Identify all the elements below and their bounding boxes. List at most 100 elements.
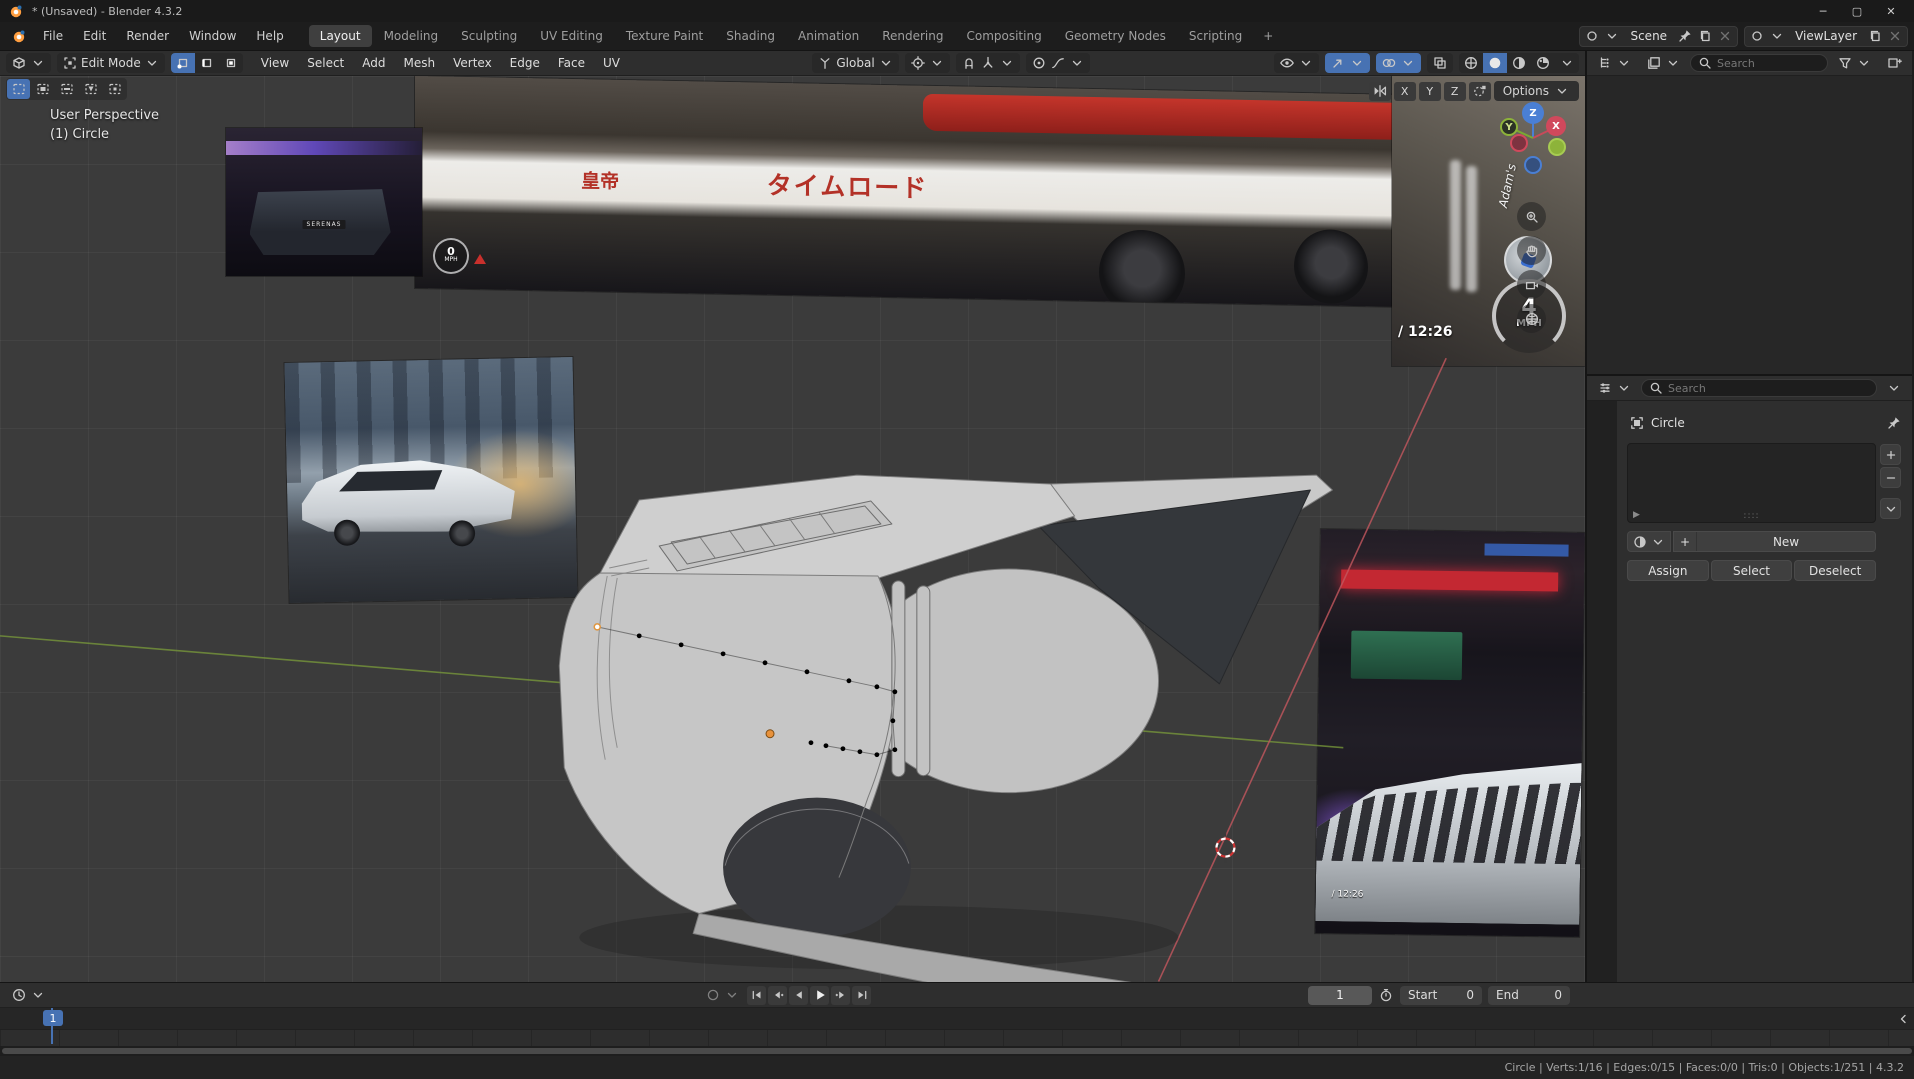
add-workspace-button[interactable]: +: [1255, 27, 1281, 45]
viewport-menu-vertex[interactable]: Vertex: [445, 53, 500, 73]
properties-editor-type-button[interactable]: [1592, 378, 1637, 398]
workspace-tab-animation[interactable]: Animation: [787, 25, 870, 47]
remove-icon[interactable]: [1887, 28, 1903, 44]
mirror-y-button[interactable]: Y: [1419, 82, 1441, 101]
shading-dropdown[interactable]: [1555, 53, 1579, 73]
resize-grip[interactable]: ::::: [1743, 511, 1759, 521]
properties-search[interactable]: [1641, 379, 1877, 397]
mode-dropdown[interactable]: Edit Mode: [57, 53, 165, 73]
jump-to-start-button[interactable]: [747, 986, 766, 1005]
timeline-scrollbar[interactable]: [0, 1046, 1914, 1056]
select-intersect-button[interactable]: [103, 79, 126, 99]
slot-specials-button[interactable]: [1880, 498, 1901, 519]
editor-type-button[interactable]: [6, 53, 51, 73]
viewport-menu-uv[interactable]: UV: [595, 53, 628, 73]
mirror-x-button[interactable]: X: [1394, 82, 1416, 101]
rendered-shading-button[interactable]: [1531, 53, 1555, 73]
edge-select-button[interactable]: [195, 53, 219, 73]
properties-options-button[interactable]: [1881, 378, 1907, 398]
viewport-menu-face[interactable]: Face: [550, 53, 593, 73]
visibility-dropdown[interactable]: [1274, 53, 1319, 73]
snap-dashed-icon[interactable]: [1469, 82, 1491, 101]
menu-window[interactable]: Window: [180, 26, 245, 46]
end-frame-field[interactable]: End0: [1488, 986, 1570, 1005]
options-dropdown[interactable]: Options: [1494, 81, 1579, 101]
menu-edit[interactable]: Edit: [74, 26, 115, 46]
gizmo-y-axis[interactable]: Y: [1500, 118, 1518, 136]
workspace-tab-sculpting[interactable]: Sculpting: [450, 25, 528, 47]
workspace-tab-layout[interactable]: Layout: [309, 25, 372, 47]
outliner-search-input[interactable]: [1717, 57, 1821, 70]
zoom-button[interactable]: [1517, 202, 1546, 231]
app-menu-icon[interactable]: [6, 26, 32, 46]
workspace-tab-modeling[interactable]: Modeling: [373, 25, 450, 47]
outliner-options-button[interactable]: [1881, 53, 1907, 73]
gizmo-neg-z-axis[interactable]: [1524, 156, 1542, 174]
gizmos-toggle[interactable]: [1325, 53, 1370, 73]
select-invert-button[interactable]: [79, 79, 102, 99]
properties-search-input[interactable]: [1668, 382, 1870, 395]
next-keyframe-button[interactable]: [831, 986, 850, 1005]
snap-toggle[interactable]: [956, 53, 1020, 73]
prev-frame-button[interactable]: [789, 986, 808, 1005]
mirror-z-button[interactable]: Z: [1444, 82, 1466, 101]
minimize-button[interactable]: ─: [1808, 2, 1838, 20]
viewport-menu-view[interactable]: View: [253, 53, 297, 73]
deselect-button[interactable]: Deselect: [1794, 560, 1876, 581]
collapse-chevron-icon[interactable]: [1895, 1011, 1911, 1027]
mirror-icon[interactable]: [1369, 82, 1391, 101]
viewport-menu-edge[interactable]: Edge: [502, 53, 548, 73]
navigation-gizmo[interactable]: Z X Y: [1496, 100, 1570, 178]
pin-icon[interactable]: [1886, 415, 1902, 431]
scene-selector[interactable]: Scene: [1579, 26, 1738, 47]
workspace-tab-uv-editing[interactable]: UV Editing: [529, 25, 614, 47]
proportional-edit-toggle[interactable]: [1026, 53, 1090, 73]
timeline-ruler[interactable]: [0, 1008, 1914, 1030]
workspace-tab-rendering[interactable]: Rendering: [871, 25, 954, 47]
browse-material-button[interactable]: [1627, 531, 1671, 552]
timeline-track[interactable]: [0, 1030, 1914, 1046]
pivot-dropdown[interactable]: [905, 53, 950, 73]
maximize-button[interactable]: ▢: [1842, 2, 1872, 20]
jump-to-end-button[interactable]: [852, 986, 871, 1005]
viewlayer-selector[interactable]: ViewLayer: [1744, 26, 1908, 47]
assign-button[interactable]: Assign: [1627, 560, 1709, 581]
menu-render[interactable]: Render: [117, 26, 178, 46]
gizmo-neg-y-axis[interactable]: [1548, 138, 1566, 156]
add-slot-button[interactable]: [1880, 444, 1901, 465]
wireframe-shading-button[interactable]: [1459, 53, 1483, 73]
camera-view-button[interactable]: [1517, 270, 1546, 299]
menu-help[interactable]: Help: [247, 26, 292, 46]
start-frame-field[interactable]: Start0: [1400, 986, 1482, 1005]
pin-icon[interactable]: [1677, 28, 1693, 44]
orientation-dropdown[interactable]: Global: [812, 53, 898, 73]
perspective-toggle-button[interactable]: [1517, 304, 1546, 333]
viewport-menu-add[interactable]: Add: [354, 53, 393, 73]
select-extend-button[interactable]: [31, 79, 54, 99]
outliner-editor-type-button[interactable]: [1592, 53, 1637, 73]
new-material-button[interactable]: + New: [1673, 531, 1876, 552]
select-button[interactable]: Select: [1711, 560, 1793, 581]
select-new-button[interactable]: [7, 79, 30, 99]
duplicate-icon[interactable]: [1867, 28, 1883, 44]
workspace-tab-shading[interactable]: Shading: [715, 25, 786, 47]
face-select-button[interactable]: [219, 53, 243, 73]
expand-icon[interactable]: ▶: [1633, 510, 1640, 520]
prev-keyframe-button[interactable]: [768, 986, 787, 1005]
viewport-menu-mesh[interactable]: Mesh: [396, 53, 444, 73]
menu-file[interactable]: File: [34, 26, 72, 46]
material-slot-list[interactable]: ▶ ::::: [1627, 443, 1876, 523]
timeline-editor-type-button[interactable]: [6, 985, 51, 1005]
material-shading-button[interactable]: [1507, 53, 1531, 73]
unlink-icon[interactable]: [1717, 28, 1733, 44]
scrollbar-handle[interactable]: [2, 1048, 1912, 1054]
viewport-3d[interactable]: 皇帝 タイムロード SERENAS Adam's 4: [0, 76, 1585, 982]
outliner-filter-button[interactable]: [1832, 53, 1877, 73]
close-button[interactable]: ✕: [1876, 2, 1906, 20]
play-button[interactable]: [810, 986, 829, 1005]
gizmo-neg-x-axis[interactable]: [1510, 134, 1528, 152]
remove-slot-button[interactable]: [1880, 467, 1901, 488]
viewport-menu-select[interactable]: Select: [299, 53, 352, 73]
xray-toggle[interactable]: [1427, 53, 1453, 73]
gizmo-x-axis[interactable]: X: [1546, 116, 1566, 136]
